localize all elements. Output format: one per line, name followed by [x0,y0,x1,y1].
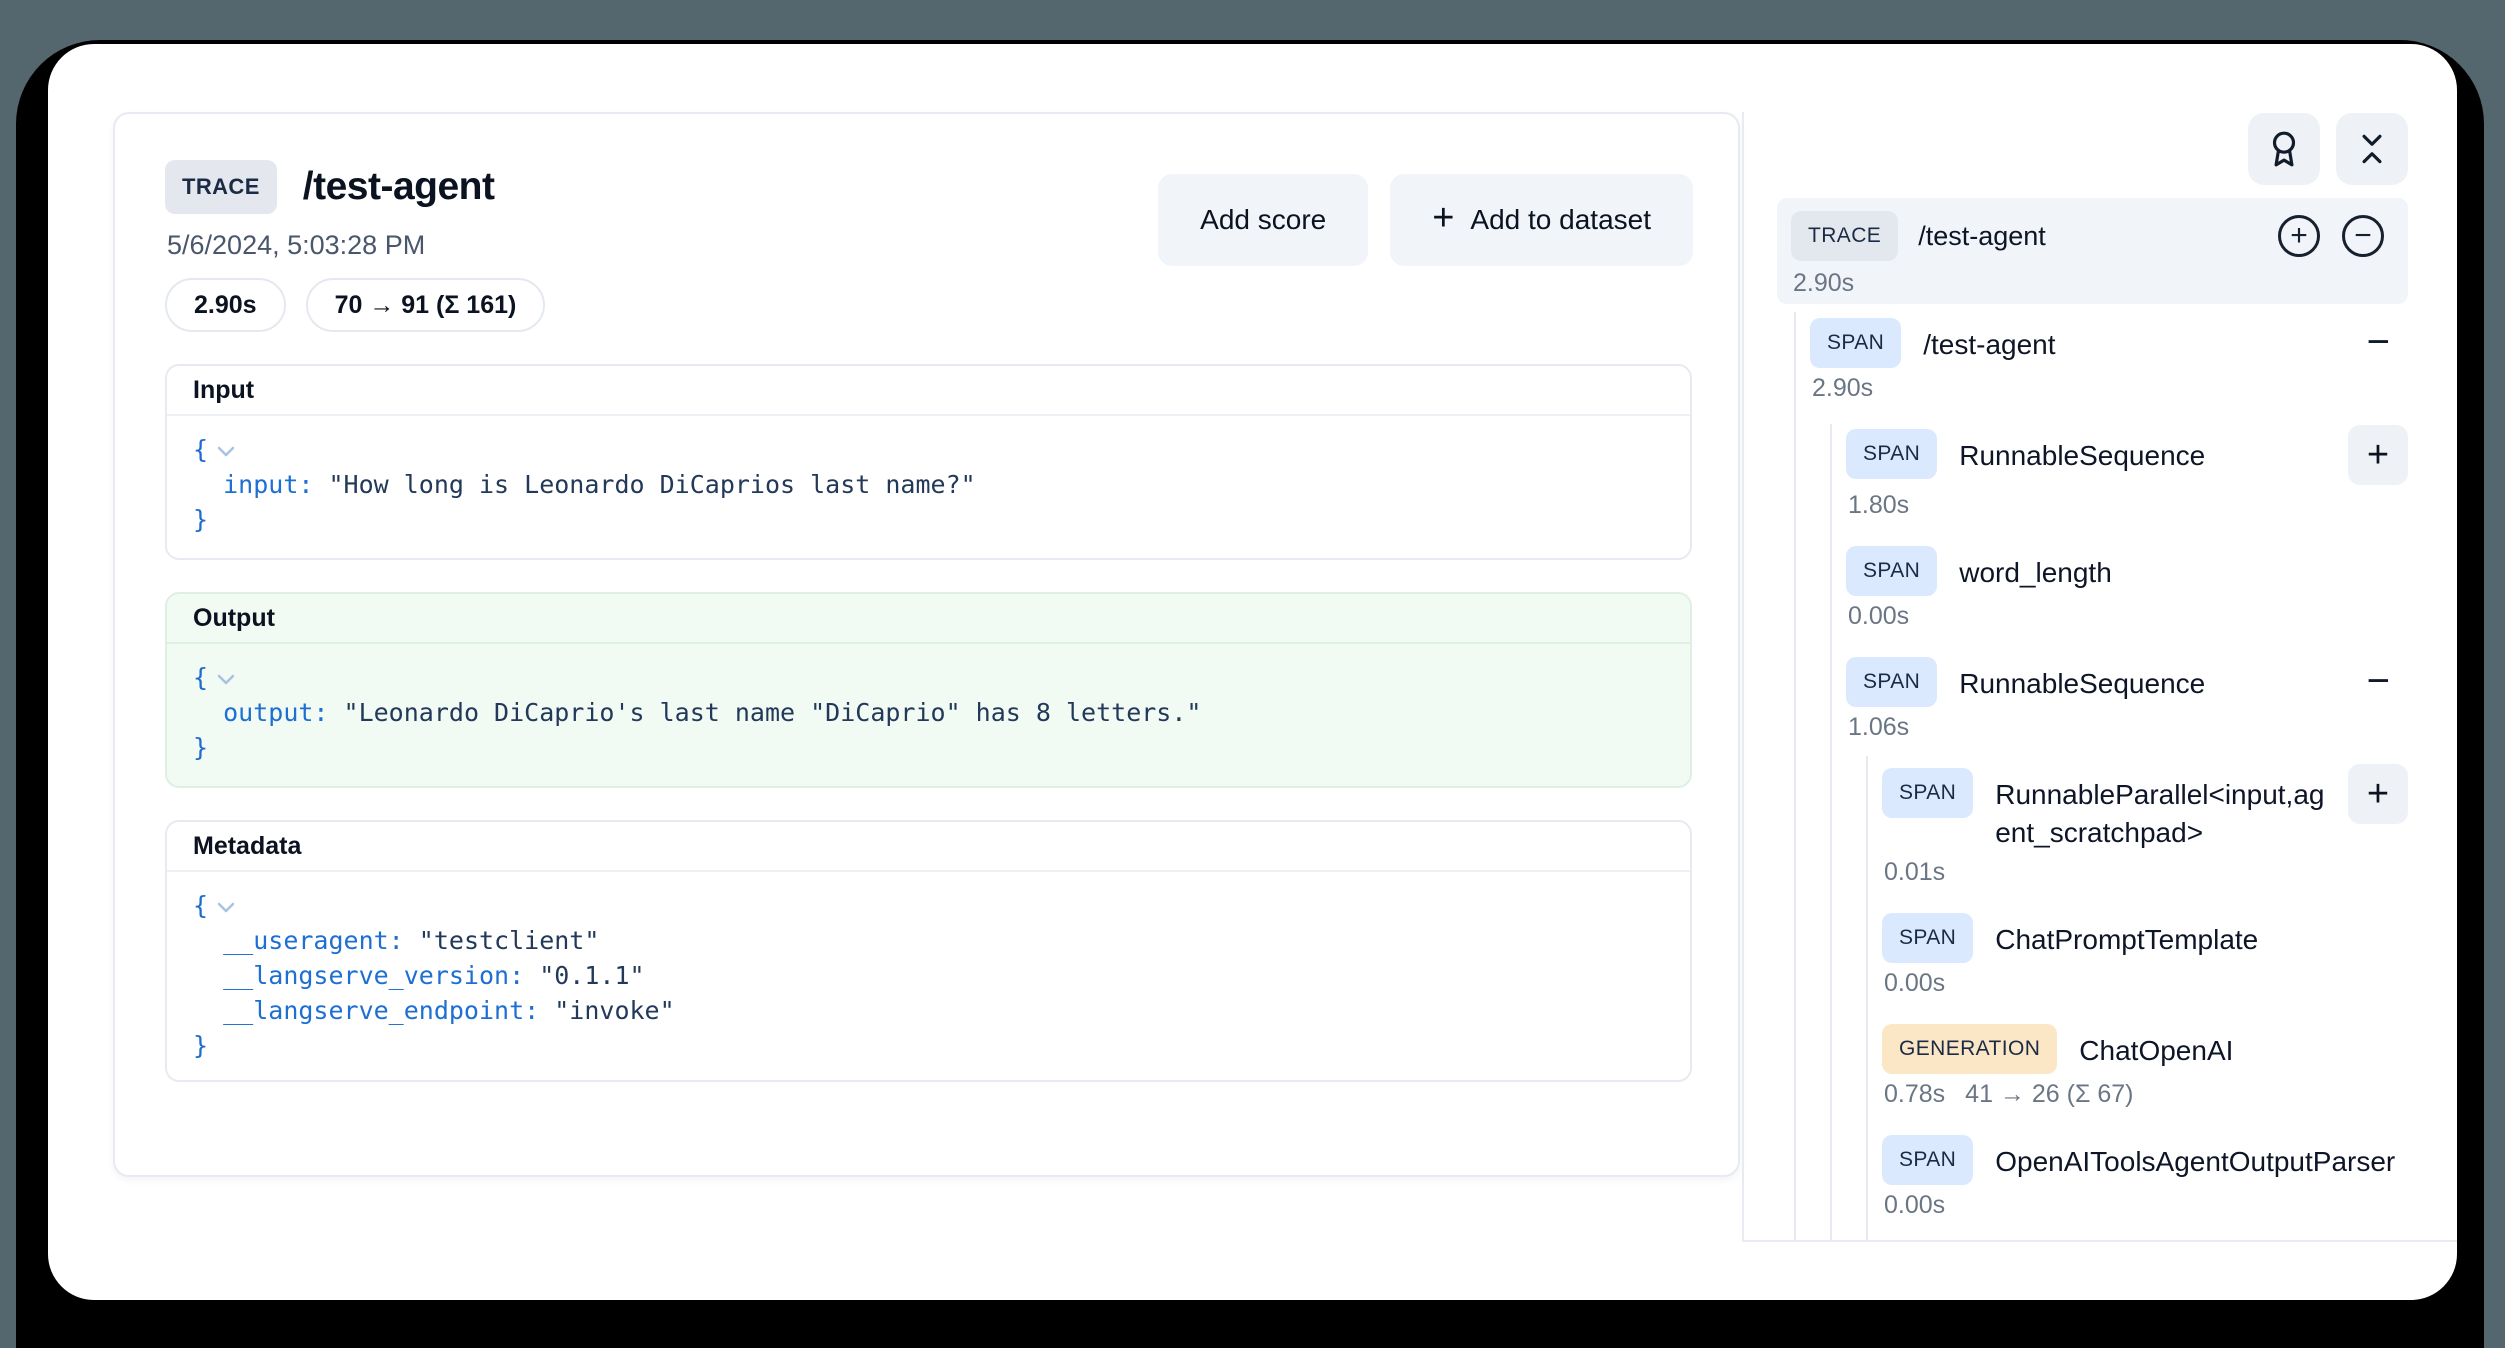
trace-detail-card: TRACE /test-agent Add score + Add to dat… [113,112,1740,1177]
observation-tree: SPAN/test-agent − 2.90s SPAN RunnableSequenc… [1742,318,2408,1246]
json-line: __langserve_version: "0.1.1" [193,958,1664,993]
chevron-down-icon[interactable] [217,888,235,923]
observation-label: ChatPromptTemplate [1995,913,2258,959]
observation-label: /test-agent [1923,318,2055,364]
trace-tree-root-row[interactable]: TRACE /test-agent + − 2.90s [1777,198,2408,304]
expand-node-button[interactable]: + [2348,764,2408,824]
page-title: /test-agent [303,165,495,209]
input-panel-title: Input [167,366,1690,416]
output-json-viewer[interactable]: { output: "Leonardo DiCaprio's last name… [167,644,1690,781]
observation-type-badge: SPAN [1846,657,1937,707]
add-to-dataset-button[interactable]: + Add to dataset [1390,174,1693,266]
tree-row-runnableparallel-input-agent-scratchpad[interactable]: SPAN RunnableParallel<input,agent_scratch… [1742,768,2408,887]
tree-row-word-length[interactable]: SPAN word_length 0.00s [1742,546,2408,631]
observation-duration: 1.06s [1846,713,2408,742]
chevron-down-icon[interactable] [217,660,235,695]
observation-type-badge: GENERATION [1882,1024,2057,1074]
tree-row-runnablesequence[interactable]: SPANRunnableSequence+1.80s [1742,429,2408,520]
observation-type-badge: SPAN [1810,318,1901,368]
observation-label: word_length [1959,546,2112,592]
observation-type-badge: SPAN [1846,429,1937,479]
latency-pill: 2.90s [165,278,286,332]
trace-actions: Add score + Add to dataset [1158,174,1693,266]
trace-type-badge: TRACE [165,160,277,214]
observation-duration: 0.78s41 → 26 (Σ 67) [1882,1080,2408,1109]
input-panel: Input { input: "How long is Leonardo DiC… [165,364,1692,560]
json-line: } [193,730,1664,765]
observation-label: RunnableSequence [1959,429,2326,475]
collapse-node-icon[interactable]: − [2367,657,2408,705]
json-line: } [193,1028,1664,1063]
trace-badge: TRACE [1791,211,1898,261]
screen: TRACE /test-agent Add score + Add to dat… [0,0,2505,1348]
json-line: __useragent: "testclient" [193,923,1664,958]
add-to-dataset-label: Add to dataset [1470,204,1651,236]
token-usage-pill: 70 → 91 (Σ 161) [306,278,546,332]
chevron-down-icon[interactable] [217,432,235,467]
plus-icon: + [1432,199,1454,237]
json-line: { [193,888,1664,923]
output-panel-title: Output [167,594,1690,644]
output-panel: Output { output: "Leonardo DiCaprio's la… [165,592,1692,788]
observation-type-badge: SPAN [1882,768,1973,818]
observation-label: OpenAIToolsAgentOutputParser [1995,1135,2395,1181]
tree-row-runnablesequence[interactable]: SPAN RunnableSequence − 1.06s [1742,657,2408,742]
metadata-panel-title: Metadata [167,822,1690,872]
metadata-json-viewer[interactable]: { __useragent: "testclient" __langserve_… [167,872,1690,1079]
json-line: { [193,432,1664,467]
add-score-label: Add score [1200,204,1326,236]
json-line: input: "How long is Leonardo DiCaprios l… [193,467,1664,502]
tree-row-chatprompttemplate[interactable]: SPAN ChatPromptTemplate 0.00s [1742,913,2408,998]
json-line: { [193,660,1664,695]
trace-title-row: TRACE /test-agent [165,160,494,214]
collapse-node-icon[interactable]: − [2367,318,2408,366]
observation-label: RunnableSequence [1959,657,2205,703]
trace-row-title: /test-agent [1918,221,2046,252]
chevrons-down-up-icon [2353,130,2391,168]
json-line: __langserve_endpoint: "invoke" [193,993,1664,1028]
observation-token-usage: 41 → 26 (Σ 67) [1965,1080,2133,1109]
observation-type-badge: SPAN [1882,1135,1973,1185]
json-line: output: "Leonardo DiCaprio's last name "… [193,695,1664,730]
collapse-view-button[interactable] [2336,113,2408,185]
observation-label: ChatOpenAI [2079,1024,2233,1070]
add-score-button[interactable]: Add score [1158,174,1368,266]
trace-row-icons: + − [2278,215,2384,257]
trace-stat-pills: 2.90s 70 → 91 (Σ 161) [165,278,545,332]
observation-duration: 0.00s [1846,602,2408,631]
input-json-viewer[interactable]: { input: "How long is Leonardo DiCaprios… [167,416,1690,553]
tree-row-test-agent[interactable]: SPAN/test-agent − 2.90s [1742,318,2408,403]
observation-duration: 0.00s [1882,969,2408,998]
observation-label: RunnableParallel<input,agent_scratchpad> [1995,768,2326,852]
expand-all-icon[interactable]: + [2278,215,2320,257]
observation-duration: 0.01s [1882,858,2408,887]
tree-row-chatopenai[interactable]: GENERATION ChatOpenAI 0.78s41 → 26 (Σ 67) [1742,1024,2408,1109]
json-line: } [193,502,1664,537]
expand-node-button[interactable]: + [2348,425,2408,485]
observation-type-badge: SPAN [1882,913,1973,963]
trace-timestamp: 5/6/2024, 5:03:28 PM [167,230,425,261]
award-icon [2265,130,2303,168]
annotate-button[interactable] [2248,113,2320,185]
observation-duration: 1.80s [1846,491,2408,520]
collapse-all-icon[interactable]: − [2342,215,2384,257]
observation-type-badge: SPAN [1846,546,1937,596]
observation-duration: 2.90s [1810,374,2408,403]
tree-row-openaitoolsagentoutputparser[interactable]: SPAN OpenAIToolsAgentOutputParser 0.00s [1742,1135,2408,1220]
metadata-panel: Metadata { __useragent: "testclient" __l… [165,820,1692,1082]
observation-duration: 0.00s [1882,1191,2408,1220]
trace-duration: 2.90s [1791,269,2394,298]
